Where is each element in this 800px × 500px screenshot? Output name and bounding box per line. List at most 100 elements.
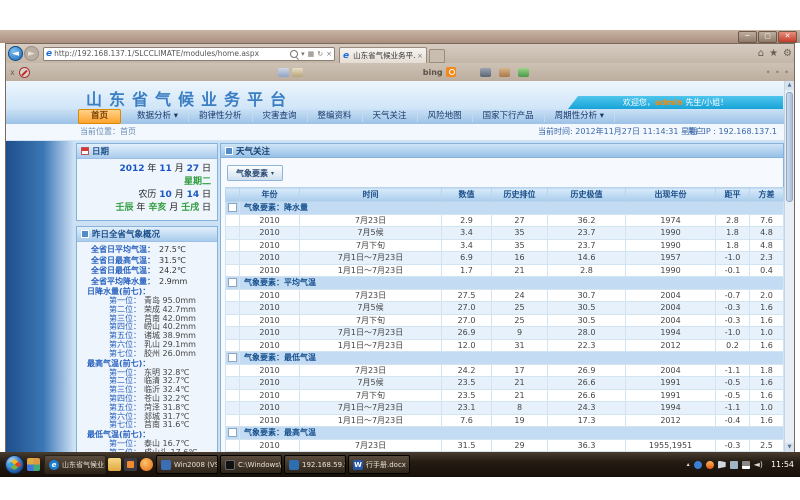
tray-network-app-icon[interactable] xyxy=(694,461,702,469)
compatibility-icon[interactable]: ▦ xyxy=(308,50,315,58)
group-checkbox[interactable] xyxy=(228,203,237,212)
rank-value[interactable]: 莒南 31.6℃ xyxy=(144,421,189,430)
table-row: 20107月5候27.02530.52004-0.31.6 xyxy=(226,302,784,315)
nav-item-risk-map[interactable]: 风险地图 xyxy=(418,111,473,122)
column-header[interactable]: 历史极值 xyxy=(548,188,626,202)
nav-item-home[interactable]: 首页 xyxy=(78,109,121,124)
nav-item-periodic-analysis[interactable]: 周期性分析 ▾ xyxy=(545,111,615,122)
more-options-icon[interactable]: • • • xyxy=(766,68,790,77)
nav-item-weather-watch[interactable]: 天气关注 xyxy=(363,111,418,122)
column-header[interactable]: 方差 xyxy=(750,188,784,202)
share-icon[interactable] xyxy=(499,68,510,77)
taskbar-clock[interactable]: 11:54 xyxy=(771,460,794,469)
close-button[interactable]: ✕ xyxy=(778,31,797,43)
nav-item-national-products[interactable]: 国家下行产品 xyxy=(473,111,545,122)
cell: 1.6 xyxy=(750,314,784,327)
media-player-icon[interactable] xyxy=(140,458,153,471)
nav-item-disaster-query[interactable]: 灾害查询 xyxy=(253,111,308,122)
ie-task-icon: e xyxy=(49,460,59,470)
tray-firefox-icon[interactable] xyxy=(706,461,714,469)
cell: 1月1日～7月23日 xyxy=(300,339,442,352)
nav-item-compiled-data[interactable]: 整编资料 xyxy=(308,111,363,122)
address-bar[interactable]: e http://192.168.137.1/SLCCLIMATE/module… xyxy=(43,47,335,61)
taskbar-task-word-doc[interactable]: W行手册.docx ... xyxy=(348,455,410,474)
autocomplete-arrow-icon[interactable]: ▾ xyxy=(301,50,305,58)
mail-icon[interactable] xyxy=(278,68,289,77)
breadcrumb-row: 当前位置：首页 当前时间: 2012年11月27日 11:14:31 星期二 用… xyxy=(6,124,785,141)
photo-viewer-icon[interactable] xyxy=(124,458,137,471)
tab-shandong-climate[interactable]: e 山东省气候业务平... × xyxy=(339,47,427,63)
column-header[interactable]: 时间 xyxy=(300,188,442,202)
cell: 1994 xyxy=(626,402,716,415)
launcher-icon[interactable] xyxy=(27,458,40,471)
column-header[interactable]: 数值 xyxy=(442,188,492,202)
toolbar-close-icon[interactable]: x xyxy=(10,68,15,77)
nav-bar: 首页数据分析 ▾韵律性分析灾害查询整编资料天气关注风险地图国家下行产品周期性分析… xyxy=(6,109,785,124)
cell: -1.1 xyxy=(716,402,750,415)
display-icon[interactable] xyxy=(730,461,738,469)
breadcrumb: 当前位置：首页 xyxy=(80,124,136,140)
element-filter-button[interactable]: 气象要素 ▾ xyxy=(227,165,283,181)
cell: 24 xyxy=(492,289,548,302)
camera-icon[interactable] xyxy=(480,68,491,77)
cell: 1.6 xyxy=(750,389,784,402)
favorites-icon[interactable]: ★ xyxy=(769,48,778,59)
group-checkbox[interactable] xyxy=(228,278,237,287)
tab-close-icon[interactable]: × xyxy=(417,52,423,60)
cell: 7月1日～7月23日 xyxy=(300,252,442,265)
cell: 23.5 xyxy=(442,389,492,402)
home-icon[interactable]: ⌂ xyxy=(758,48,764,59)
tray-expand-icon[interactable]: ▴ xyxy=(687,461,690,468)
apps-icon[interactable] xyxy=(518,68,529,77)
rank-value[interactable]: 胶州 26.0mm xyxy=(144,350,196,359)
documents-icon[interactable] xyxy=(292,68,303,77)
explorer-folder-icon[interactable] xyxy=(108,458,121,471)
forward-button[interactable]: ► xyxy=(24,46,39,61)
url-text[interactable]: http://192.168.137.1/SLCCLIMATE/modules/… xyxy=(54,49,290,58)
weather-panel-title: 昨日全省气象概况 xyxy=(92,228,160,240)
bing-logo[interactable]: bing xyxy=(423,68,443,77)
refresh-icon[interactable]: ↻ xyxy=(317,50,323,58)
cell: 23.7 xyxy=(548,239,626,252)
action-center-flag-icon[interactable] xyxy=(718,461,726,469)
column-header[interactable]: 距平 xyxy=(716,188,750,202)
minimize-button[interactable]: ─ xyxy=(738,31,757,43)
taskbar-task-remote-desktop[interactable]: 192.168.59.99... xyxy=(284,455,346,474)
table-row: 20101月1日～7月23日1.7212.81990-0.10.4 xyxy=(226,264,784,277)
stat-row: 全省日最低气温：24.2℃ xyxy=(79,266,214,277)
volume-icon[interactable]: ◄) xyxy=(754,460,763,469)
page-scrollbar[interactable]: ▲ ▼ xyxy=(784,81,794,452)
group-checkbox[interactable] xyxy=(228,428,237,437)
table-row: 20101月1日～7月23日12.03122.320120.21.6 xyxy=(226,339,784,352)
back-button[interactable]: ◄ xyxy=(8,46,23,61)
cell: 1974 xyxy=(626,214,716,227)
row-indent-cell xyxy=(226,289,240,302)
column-header[interactable]: 年份 xyxy=(240,188,300,202)
tools-gear-icon[interactable]: ⚙ xyxy=(783,48,792,59)
start-button[interactable] xyxy=(5,455,24,474)
nav-item-data-analysis[interactable]: 数据分析 ▾ xyxy=(127,111,189,122)
scroll-down-icon[interactable]: ▼ xyxy=(785,443,794,452)
taskbar-task-win2008[interactable]: Win2008 (VS2... xyxy=(156,455,218,474)
stat-row: 全省日平均气温：27.5℃ xyxy=(79,245,214,256)
group-checkbox[interactable] xyxy=(228,353,237,362)
bing-search-icon[interactable] xyxy=(446,67,456,77)
scrollbar-thumb[interactable] xyxy=(786,92,793,202)
stop-icon[interactable]: × xyxy=(326,50,332,58)
row-indent-cell xyxy=(226,264,240,277)
maximize-button[interactable]: ▢ xyxy=(758,31,777,43)
cell: -0.4 xyxy=(716,414,750,427)
cell: 7月23日 xyxy=(300,439,442,452)
column-header[interactable]: 出现年份 xyxy=(626,188,716,202)
taskbar-task-cmd[interactable]: C:\Windows\s... xyxy=(220,455,282,474)
taskbar-task-ie-window[interactable]: e山东省气候业... xyxy=(44,455,106,474)
new-tab-button[interactable] xyxy=(429,49,445,63)
cell: 2.3 xyxy=(750,252,784,265)
group-checkbox-cell xyxy=(226,277,240,290)
cell: 31.5 xyxy=(442,439,492,452)
search-icon[interactable] xyxy=(290,50,298,58)
nav-item-rhythm-analysis[interactable]: 韵律性分析 xyxy=(189,111,253,122)
column-header[interactable]: 历史排位 xyxy=(492,188,548,202)
network-icon[interactable] xyxy=(742,461,750,469)
scroll-up-icon[interactable]: ▲ xyxy=(785,81,794,90)
